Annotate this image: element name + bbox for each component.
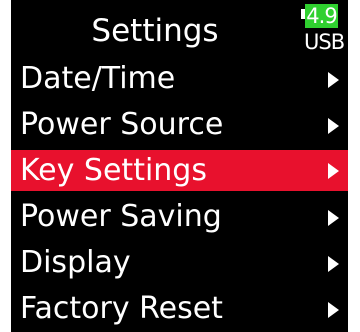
settings-menu: Date/Time Power Source Key Settings Powe… xyxy=(11,56,348,332)
menu-item-label: Date/Time xyxy=(20,61,176,96)
menu-item-key-settings[interactable]: Key Settings xyxy=(11,150,348,191)
chevron-right-icon xyxy=(328,72,339,88)
menu-item-label: Display xyxy=(20,245,131,280)
menu-item-date-time[interactable]: Date/Time xyxy=(11,56,348,102)
device-screen: Settings 4.9 USB Date/Time Power Source … xyxy=(11,0,348,332)
menu-item-factory-reset[interactable]: Factory Reset xyxy=(11,286,348,332)
battery-indicator: 4.9 USB xyxy=(301,2,345,56)
battery-level: 4.9 xyxy=(305,4,338,28)
chevron-right-icon xyxy=(328,163,339,179)
chevron-right-icon xyxy=(328,210,339,226)
menu-item-power-saving[interactable]: Power Saving xyxy=(11,194,348,240)
menu-item-label: Key Settings xyxy=(20,153,207,188)
page-title: Settings xyxy=(91,13,219,49)
menu-item-display[interactable]: Display xyxy=(11,240,348,286)
menu-item-label: Power Source xyxy=(20,107,224,142)
title-bar: Settings 4.9 USB xyxy=(11,0,348,56)
menu-item-power-source[interactable]: Power Source xyxy=(11,102,348,148)
chevron-right-icon xyxy=(328,302,339,318)
power-source-label: USB xyxy=(304,30,345,54)
menu-item-label: Factory Reset xyxy=(20,291,223,326)
menu-item-label: Power Saving xyxy=(20,199,222,234)
chevron-right-icon xyxy=(328,118,339,134)
chevron-right-icon xyxy=(328,256,339,272)
